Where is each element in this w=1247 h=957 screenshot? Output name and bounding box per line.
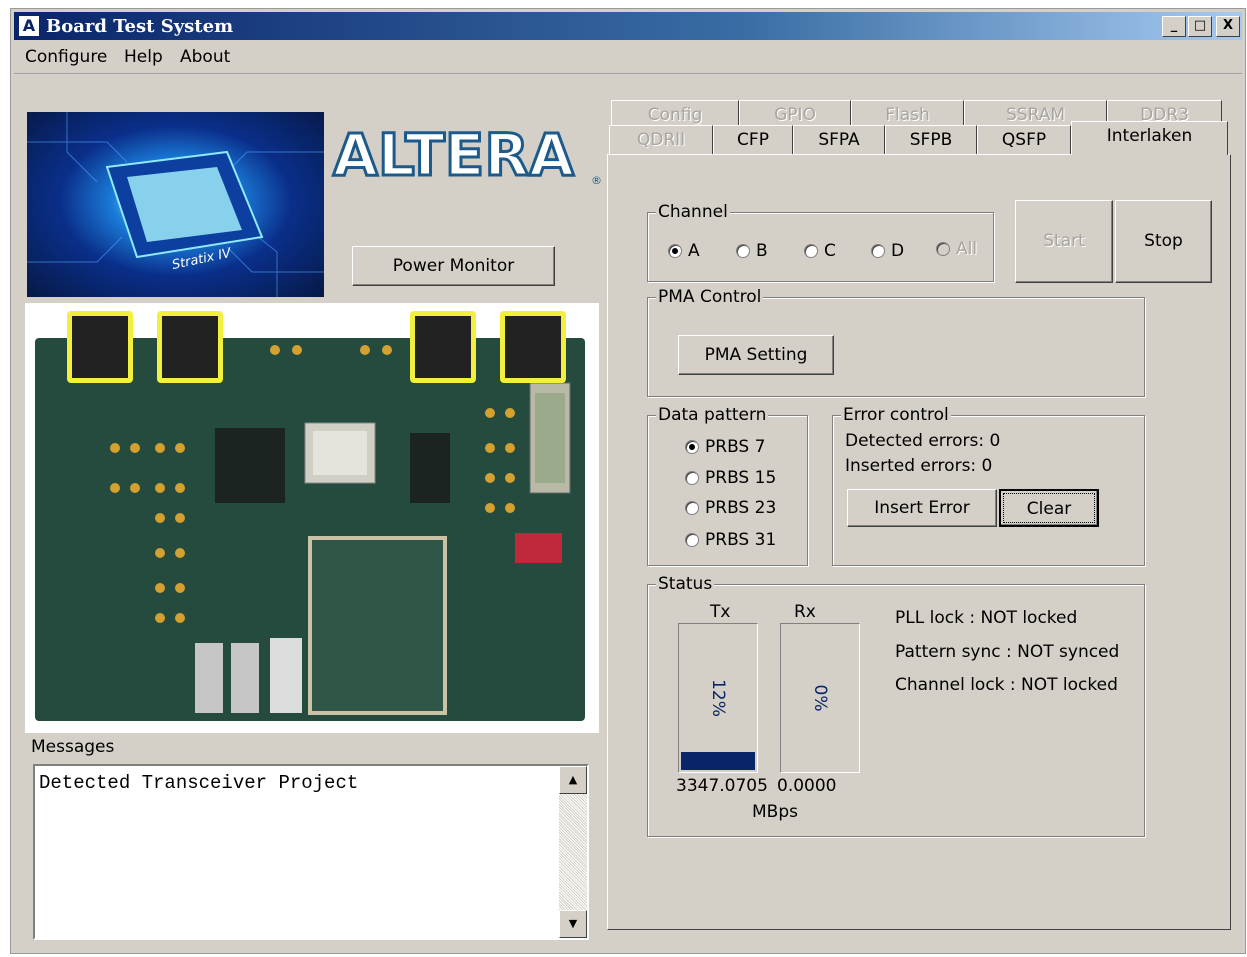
channel-label: Channel [656, 202, 730, 222]
connector-1 [67, 311, 133, 383]
connector-3 [410, 311, 476, 383]
pma-setting-button[interactable]: PMA Setting [678, 335, 834, 375]
radio-checked-icon [668, 244, 682, 258]
inserted-errors: Inserted errors: 0 [845, 456, 993, 476]
close-button[interactable]: X [1216, 16, 1240, 37]
rx-percent: 0% [810, 684, 830, 712]
menu-about[interactable]: About [180, 47, 230, 67]
radio-icon [804, 244, 818, 258]
error-control-group: Error control Detected errors: 0 Inserte… [832, 405, 1145, 566]
tab-sfpa[interactable]: SFPA [793, 125, 885, 155]
prbs15-radio[interactable]: PRBS 15 [685, 468, 776, 488]
tab-interlaken[interactable]: Interlaken [1071, 121, 1228, 155]
status-group: Status Tx Rx 12% 0% 3347.0705 0.0000 MBp… [647, 574, 1145, 837]
data-pattern-label: Data pattern [656, 405, 769, 425]
insert-error-button[interactable]: Insert Error [847, 489, 997, 527]
prbs23-radio[interactable]: PRBS 23 [685, 498, 776, 518]
prbs7-radio[interactable]: PRBS 7 [685, 437, 765, 457]
rx-label: Rx [794, 602, 816, 622]
scroll-down-icon[interactable]: ▼ [559, 910, 587, 938]
altera-a-icon: A [18, 15, 40, 37]
radio-checked-icon [685, 440, 699, 454]
radio-icon [736, 244, 750, 258]
scroll-up-icon[interactable]: ▲ [559, 766, 587, 794]
pma-control-group: PMA Control PMA Setting [647, 287, 1145, 397]
status-label: Status [656, 574, 715, 594]
tx-meter: 12% [678, 623, 758, 773]
pcb-image [35, 338, 585, 721]
power-monitor-button[interactable]: Power Monitor [352, 246, 555, 286]
tx-percent: 12% [708, 679, 728, 717]
detected-errors: Detected errors: 0 [845, 431, 1001, 451]
board-photo [25, 303, 599, 733]
stratix-chip-image: Stratix IV [27, 112, 324, 297]
channel-b-radio[interactable]: B [736, 241, 768, 261]
channel-all-radio: All [936, 239, 977, 259]
connector-4 [500, 311, 566, 383]
tab-qdrii[interactable]: QDRII [609, 125, 713, 155]
channel-c-radio[interactable]: C [804, 241, 836, 261]
window-title: Board Test System [46, 16, 234, 37]
altera-logo: ALTERA [332, 120, 576, 191]
channel-a-radio[interactable]: A [668, 241, 700, 261]
rx-meter: 0% [780, 623, 860, 773]
registered-mark: ® [591, 174, 602, 187]
radio-icon [685, 533, 699, 547]
app-window: A Board Test System _ □ X Configure Help… [10, 8, 1246, 954]
connector-2 [157, 311, 223, 383]
menu-configure[interactable]: Configure [25, 47, 107, 67]
maximize-button[interactable]: □ [1188, 16, 1212, 37]
clear-button[interactable]: Clear [999, 489, 1099, 527]
messages-scrollbar[interactable]: ▲ ▼ [559, 766, 587, 938]
tx-rate: 3347.0705 [676, 776, 768, 796]
interlaken-panel: Channel A B C D All Start Stop PMA Contr… [607, 154, 1231, 930]
tx-meter-fill [681, 752, 755, 770]
error-control-label: Error control [841, 405, 951, 425]
channel-group: Channel A B C D All [647, 202, 994, 282]
messages-text: Detected Transceiver Project [39, 772, 359, 794]
radio-icon [871, 244, 885, 258]
messages-textarea[interactable]: Detected Transceiver Project ▲ ▼ [33, 764, 589, 940]
rx-rate: 0.0000 [777, 776, 837, 796]
menu-help[interactable]: Help [124, 47, 163, 67]
tx-label: Tx [710, 602, 731, 622]
radio-icon [685, 471, 699, 485]
data-pattern-group: Data pattern PRBS 7 PRBS 15 PRBS 23 PRBS… [647, 405, 808, 566]
pll-lock-status: PLL lock : NOT locked [895, 608, 1078, 628]
title-bar[interactable]: A Board Test System _ □ X [14, 12, 1242, 40]
radio-icon [685, 501, 699, 515]
channel-lock-status: Channel lock : NOT locked [895, 675, 1118, 695]
start-button[interactable]: Start [1015, 200, 1113, 283]
prbs31-radio[interactable]: PRBS 31 [685, 530, 776, 550]
tab-sfpb[interactable]: SFPB [885, 125, 977, 155]
pma-control-label: PMA Control [656, 287, 764, 307]
tab-cfp[interactable]: CFP [713, 125, 793, 155]
menu-bar: Configure Help About [14, 43, 1242, 74]
channel-d-radio[interactable]: D [871, 241, 904, 261]
tab-qsfp[interactable]: QSFP [977, 125, 1071, 155]
stop-button[interactable]: Stop [1115, 200, 1212, 283]
pattern-sync-status: Pattern sync : NOT synced [895, 642, 1120, 662]
messages-label: Messages [31, 737, 115, 757]
radio-icon [936, 242, 950, 256]
minimize-button[interactable]: _ [1162, 16, 1186, 37]
rate-unit: MBps [752, 802, 798, 822]
